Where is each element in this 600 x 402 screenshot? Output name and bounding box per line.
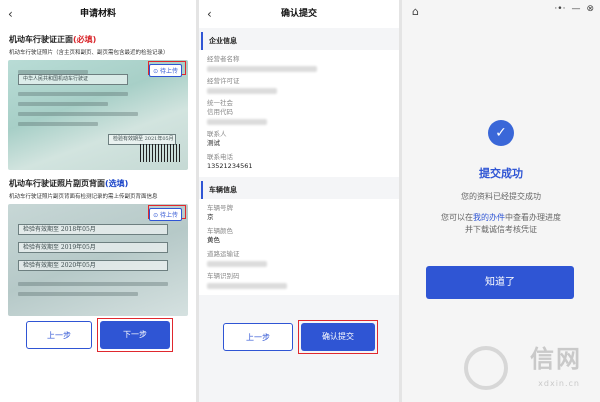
got-it-button[interactable]: 知道了 <box>426 266 574 299</box>
doc-line <box>18 102 108 106</box>
submit-highlight-box <box>298 320 378 354</box>
inspection-record: 检验有效期至 2019年05月 <box>18 242 168 253</box>
top-bar: ⌂ ·•· — ⊗ <box>402 0 600 24</box>
apply-materials-screen: ‹ 申请材料 机动车行驶证正面(必填) 机动车行驶证照片（含主页和副页、副页需包… <box>0 0 196 402</box>
page-title: 确认提交 <box>280 9 317 19</box>
field-value: 黄色 <box>207 236 220 244</box>
required-tag: (必填) <box>73 35 97 44</box>
field-transport-cert: 道路运输证 <box>199 247 399 269</box>
field-label: 经营许可证 <box>207 77 240 85</box>
prev-step-button[interactable]: 上一步 <box>223 323 293 351</box>
redacted-value <box>207 88 277 94</box>
field-vin: 车辆识别码 <box>199 269 399 291</box>
field-label: 联系人 <box>207 130 227 138</box>
nav-bar: ‹ 确认提交 <box>199 0 399 28</box>
photo-text: 中华人民共和国机动车行驶证 <box>18 74 128 85</box>
field-color: 车辆颜色 黄色 <box>199 224 399 247</box>
field-label: 道路运输证 <box>207 250 240 258</box>
success-title: 提交成功 <box>479 167 523 180</box>
back-chevron-icon[interactable]: ‹ <box>8 0 13 28</box>
redacted-value <box>207 283 287 289</box>
field-value: 京 <box>207 213 214 221</box>
back-title-text: 机动车行驶证照片副页背面 <box>9 179 105 188</box>
window-controls: ·•· — ⊗ <box>554 4 594 14</box>
field-value: 13521234561 <box>207 162 253 170</box>
success-message: 您的资料已经提交成功 <box>461 192 541 201</box>
step-buttons: 上一步 确认提交 <box>199 320 399 354</box>
confirm-submit-screen: ‹ 确认提交 企业信息 经营者名称 经营许可证 统一社会 信用代码 联系人 测试… <box>199 0 399 402</box>
redacted-value <box>207 66 317 72</box>
minimize-icon[interactable]: — <box>571 4 580 14</box>
upload-pending-button[interactable]: ⊙ 待上传 <box>149 64 182 77</box>
submit-wrapper: 确认提交 <box>298 320 378 354</box>
watermark-subtext: xdxin.cn <box>538 379 580 388</box>
back-section-subtitle: 机动车行驶证照片副页背面有检测记录的需上传副页背面信息 <box>9 194 158 200</box>
doc-line <box>18 292 138 296</box>
more-dots-icon[interactable]: ·•· <box>554 4 565 14</box>
back-chevron-icon[interactable]: ‹ <box>207 0 212 28</box>
watermark-logo-icon <box>464 346 508 390</box>
field-plate: 车辆号牌 京 <box>199 201 399 224</box>
field-label: 经营者名称 <box>207 55 240 63</box>
nav-bar: ‹ 申请材料 <box>0 0 196 28</box>
field-label: 统一社会 信用代码 <box>207 99 233 116</box>
page-title: 申请材料 <box>79 9 116 19</box>
home-icon[interactable]: ⌂ <box>412 5 419 18</box>
field-contact: 联系人 测试 <box>199 127 399 150</box>
success-check-icon: ✓ <box>488 120 514 146</box>
doc-line <box>18 112 138 116</box>
inspection-record: 检验有效期至 2018年05月 <box>18 224 168 235</box>
hint-suffix: 中查看办理进度 <box>505 213 561 222</box>
field-phone: 联系电话 13521234561 <box>199 150 399 173</box>
field-company-name: 经营者名称 <box>199 52 399 74</box>
license-front-photo[interactable]: 中华人民共和国机动车行驶证 检验有效期至 2021年05月 ⊙ 待上传 <box>8 60 188 170</box>
doc-line <box>18 122 98 126</box>
doc-line <box>18 282 168 286</box>
field-label: 车辆识别码 <box>207 272 240 280</box>
field-value: 测试 <box>207 139 220 147</box>
submit-success-screen: ⌂ ·•· — ⊗ ✓ 提交成功 您的资料已经提交成功 您可以在我的办件中查看办… <box>402 0 600 402</box>
vehicle-group-header: 车辆信息 <box>201 181 399 199</box>
next-step-wrapper: 下一步 <box>97 318 173 352</box>
company-info-group: 经营者名称 经营许可证 统一社会 信用代码 联系人 测试 联系电话 135212… <box>199 50 399 177</box>
field-license: 经营许可证 <box>199 74 399 96</box>
front-section-title: 机动车行驶证正面(必填) <box>0 34 196 45</box>
vehicle-info-group: 车辆号牌 京 车辆颜色 黄色 道路运输证 车辆识别码 <box>199 199 399 295</box>
field-label: 车辆颜色 <box>207 227 233 235</box>
front-title-text: 机动车行驶证正面 <box>9 35 73 44</box>
front-section-subtitle: 机动车行驶证照片（含主页和副页、副页需包含最近的检验记录） <box>9 50 169 56</box>
field-label: 联系电话 <box>207 153 233 161</box>
field-label: 车辆号牌 <box>207 204 233 212</box>
progress-hint: 您可以在我的办件中查看办理进度 并下载诚信考核凭证 <box>402 212 600 236</box>
optional-tag: (选填) <box>105 179 129 188</box>
watermark-text: 信网 <box>530 345 582 373</box>
redacted-value <box>207 261 267 267</box>
doc-line <box>18 92 128 96</box>
my-cases-link[interactable]: 我的办件 <box>473 213 505 222</box>
close-icon[interactable]: ⊗ <box>586 4 594 14</box>
barcode-graphic <box>140 144 180 162</box>
hint-prefix: 您可以在 <box>441 213 473 222</box>
next-highlight-box <box>97 318 173 352</box>
company-group-header: 企业信息 <box>201 32 399 50</box>
redacted-value <box>207 119 267 125</box>
back-section-title: 机动车行驶证照片副页背面(选填) <box>0 178 196 189</box>
step-buttons: 上一步 下一步 <box>0 318 196 352</box>
field-credit-code: 统一社会 信用代码 <box>199 96 399 127</box>
license-back-photo[interactable]: 检验有效期至 2018年05月 检验有效期至 2019年05月 检验有效期至 2… <box>8 204 188 316</box>
prev-step-button[interactable]: 上一步 <box>26 321 92 349</box>
inspection-record: 检验有效期至 2020年05月 <box>18 260 168 271</box>
upload-pending-button[interactable]: ⊙ 待上传 <box>149 208 182 221</box>
hint-line2: 并下载诚信考核凭证 <box>465 225 537 234</box>
